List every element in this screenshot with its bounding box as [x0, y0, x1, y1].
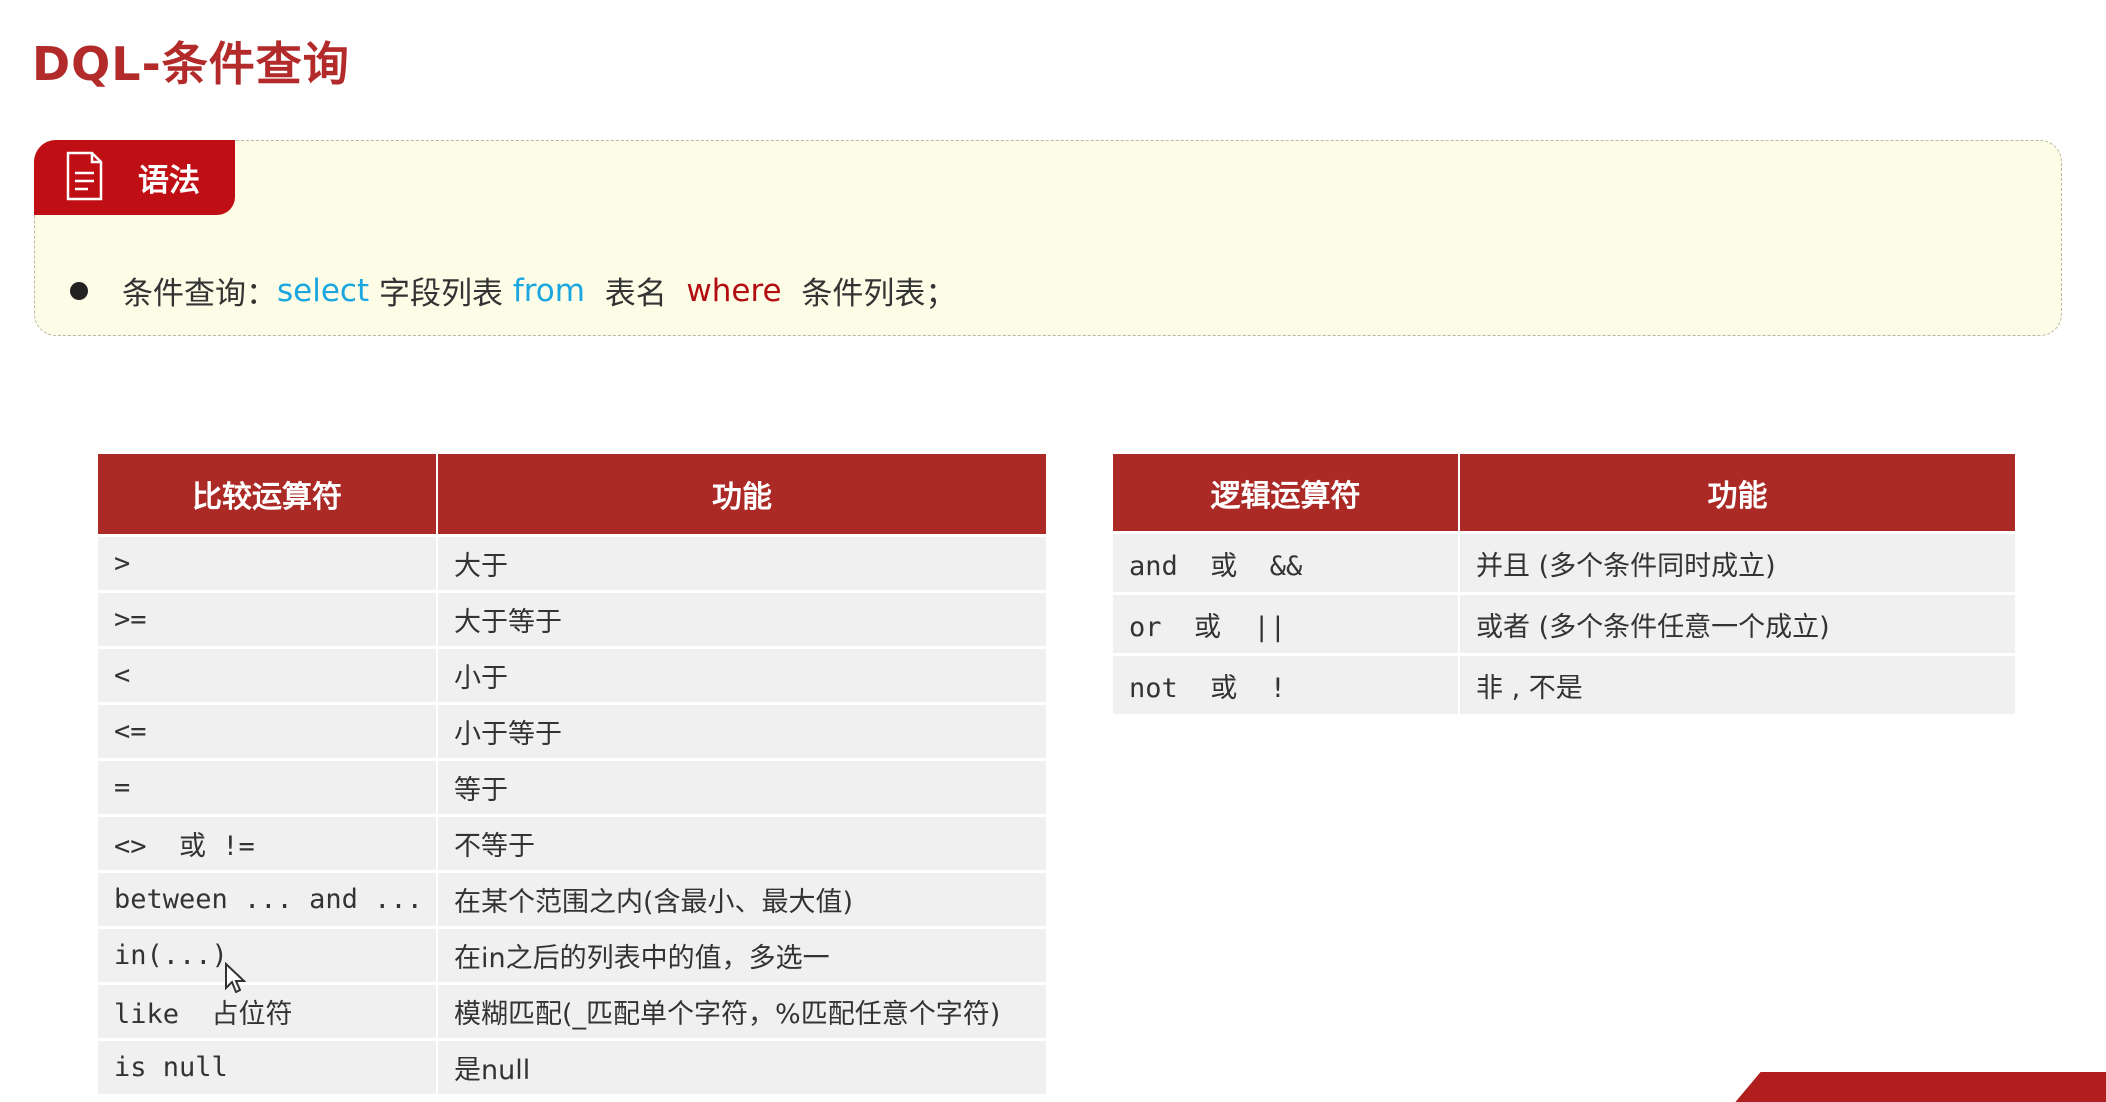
table-row: = 等于 [98, 758, 1046, 814]
operator-cell: >= [98, 590, 438, 646]
operator-cell: in(...) [98, 926, 438, 982]
function-cell: 模糊匹配(_匹配单个字符，%匹配任意个字符) [438, 982, 1046, 1038]
condition-list-text: 条件列表； [781, 276, 957, 312]
table-row: or 或 || 或者 (多个条件任意一个成立) [1113, 592, 2015, 653]
function-cell: 是null [438, 1038, 1046, 1094]
table-header: 功能 [1460, 454, 2015, 531]
syntax-tag: 语法 [34, 140, 235, 215]
table-header: 功能 [438, 454, 1046, 534]
operator-cell: between ... and ... [98, 870, 438, 926]
operator-cell: < [98, 646, 438, 702]
table-row: < 小于 [98, 646, 1046, 702]
keyword-where: where [686, 272, 782, 309]
function-cell: 并且 (多个条件同时成立) [1460, 531, 2015, 592]
function-cell: 或者 (多个条件任意一个成立) [1460, 592, 2015, 653]
table-row: is null 是null [98, 1038, 1046, 1094]
operator-cell: like 占位符 [98, 982, 438, 1038]
function-cell: 大于 [438, 534, 1046, 590]
table-row: not 或 ! 非 , 不是 [1113, 653, 2015, 714]
slide-corner-decoration [1735, 1072, 2106, 1102]
keyword-from: from [512, 272, 585, 309]
table-row: >= 大于等于 [98, 590, 1046, 646]
comparison-operator-table: 比较运算符 功能 > 大于 >= 大于等于 < 小于 <= 小于等于 = 等于 <> 或 … [98, 454, 1046, 1094]
table-name-text: 表名 [584, 276, 687, 312]
function-cell: 大于等于 [438, 590, 1046, 646]
function-cell: 在某个范围之内(含最小、最大值) [438, 870, 1046, 926]
function-cell: 在in之后的列表中的值，多选一 [438, 926, 1046, 982]
table-row: and 或 && 并且 (多个条件同时成立) [1113, 531, 2015, 592]
table-header: 逻辑运算符 [1113, 454, 1460, 531]
table-row: <> 或 != 不等于 [98, 814, 1046, 870]
document-icon [64, 151, 104, 205]
operator-cell: not 或 ! [1113, 653, 1460, 714]
function-cell: 非 , 不是 [1460, 653, 2015, 714]
table-row: > 大于 [98, 534, 1046, 590]
operator-cell: <> 或 != [98, 814, 438, 870]
field-list-text: 字段列表 [369, 276, 513, 312]
logical-operator-table: 逻辑运算符 功能 and 或 && 并且 (多个条件同时成立) or 或 || 或者… [1113, 454, 2015, 714]
keyword-select: select [277, 272, 370, 309]
table-row: <= 小于等于 [98, 702, 1046, 758]
function-cell: 小于 [438, 646, 1046, 702]
operator-cell: is null [98, 1038, 438, 1094]
operator-cell: or 或 || [1113, 592, 1460, 653]
bullet-icon [70, 281, 88, 300]
operator-cell: > [98, 534, 438, 590]
function-cell: 小于等于 [438, 702, 1046, 758]
table-header: 比较运算符 [98, 454, 438, 534]
function-cell: 不等于 [438, 814, 1046, 870]
syntax-statement: 条件查询： select 字段列表 from 表名 where 条件列表； [70, 268, 956, 313]
operator-cell: and 或 && [1113, 531, 1460, 592]
page-title: DQL-条件查询 [32, 37, 350, 91]
function-cell: 等于 [438, 758, 1046, 814]
operator-cell: = [98, 758, 438, 814]
table-row: between ... and ... 在某个范围之内(含最小、最大值) [98, 870, 1046, 926]
syntax-tag-label: 语法 [138, 163, 200, 199]
syntax-prefix: 条件查询： [122, 276, 277, 312]
mouse-pointer-icon [224, 961, 247, 998]
operator-cell: <= [98, 702, 438, 758]
